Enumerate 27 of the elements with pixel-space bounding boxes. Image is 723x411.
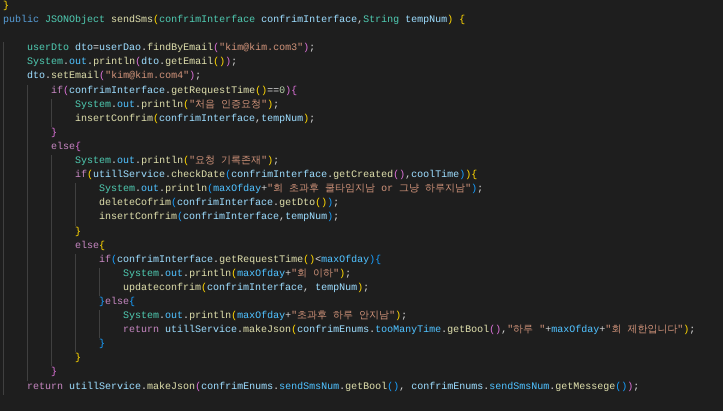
code-line: } xyxy=(51,126,58,141)
code-line: updateconfrim(confrimInterface, tempNum); xyxy=(123,282,370,296)
code-line: } xyxy=(75,352,82,366)
code-line: System.out.println(maxOfday+"초과후 하루 안지남"); xyxy=(123,310,408,324)
code-line: if(utillService.checkDate(confrimInterface.getCreated(),coolTime)){ xyxy=(75,169,478,184)
code-line: System.out.println("요청 기록존재"); xyxy=(75,155,280,170)
code-line: dto.setEmail("kim@kim.com4"); xyxy=(27,70,202,84)
code-line: insertConfrim(confrimInterface,tempNum); xyxy=(99,211,340,226)
code-line: } xyxy=(3,0,10,14)
code-line: if(confrimInterface.getRequestTime()==0){ xyxy=(51,84,298,99)
code-line: return utillService.makeJson(confrimEnums.tooManyTime.getBool(),"하루 "+maxOfday+"회 제한입니다"); xyxy=(123,324,696,338)
code-line: } xyxy=(75,226,82,240)
code-line: return utillService.makeJson(confrimEnums.sendSmsNum.getBool(), confrimEnums.sendSmsNum.getMessege()); xyxy=(27,380,640,395)
code-line: } xyxy=(99,338,106,352)
code-line: System.out.println(maxOfday+"회 초과후 쿨타임지남 or 그냥 하루지남"); xyxy=(99,183,484,198)
code-line: userDto dto=userDao.findByEmail("kim@kim.com3"); xyxy=(27,42,316,56)
code-line: insertConfrim(confrimInterface,tempNum); xyxy=(75,112,316,127)
code-line: System.out.println("처음 인증요청"); xyxy=(75,98,280,113)
code-line: deleteCofrim(confrimInterface.getDto()); xyxy=(99,197,340,212)
code-line: System.out.println(maxOfday+"회 이하"); xyxy=(123,268,352,282)
code-line: else{ xyxy=(51,140,82,155)
code-line: public JSONObject sendSms(confrimInterface confrimInterface,String tempNum) { xyxy=(3,14,466,28)
code-line: System.out.println(dto.getEmail()); xyxy=(27,56,238,70)
code-line: } xyxy=(51,366,58,380)
code-line: }else{ xyxy=(99,296,136,310)
code-line: else{ xyxy=(75,240,106,254)
code-line: if(confrimInterface.getRequestTime()<maxOfday){ xyxy=(99,254,382,268)
